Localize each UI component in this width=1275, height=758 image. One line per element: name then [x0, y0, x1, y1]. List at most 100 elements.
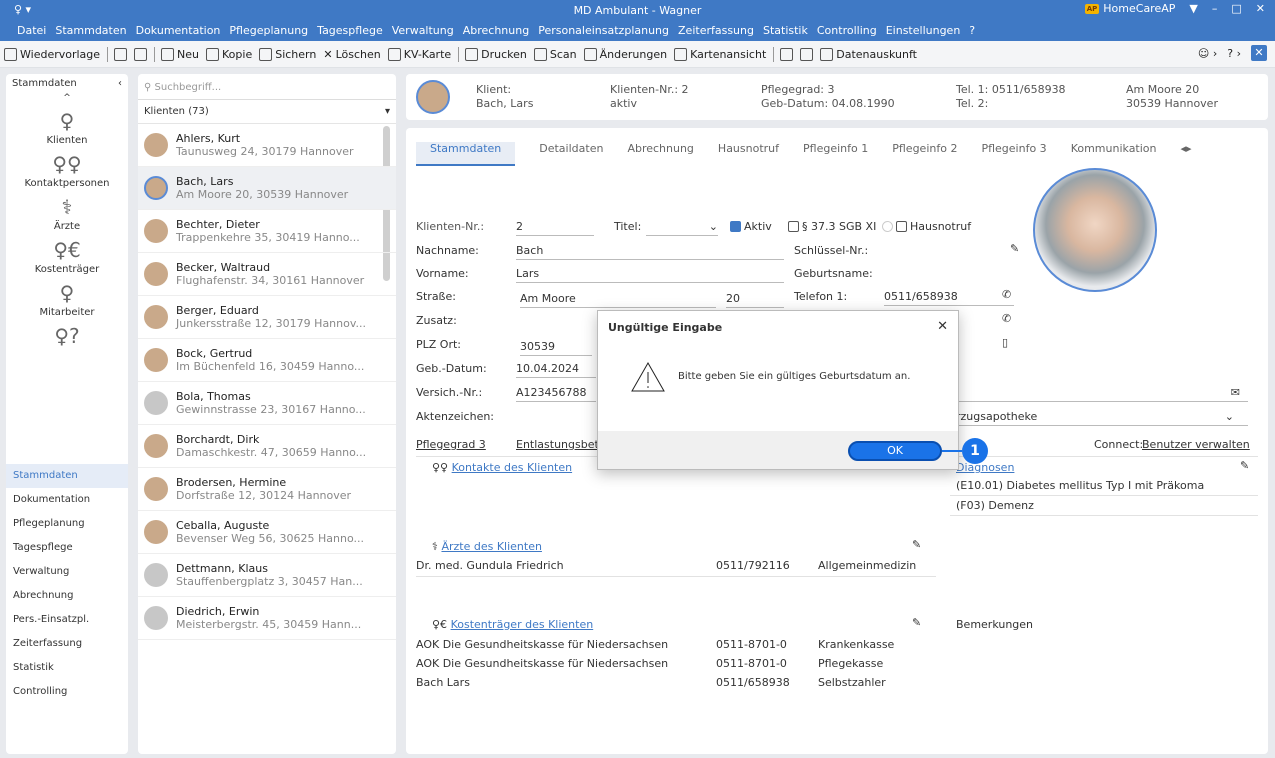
nav-tagespflege[interactable]: Tagespflege [6, 536, 128, 560]
tab-abrechnung[interactable]: Abrechnung [627, 142, 693, 168]
entlastung-link[interactable]: Entlastungsbet [516, 438, 599, 454]
tab-pflegeinfo-3[interactable]: Pflegeinfo 3 [981, 142, 1046, 168]
filter-icon[interactable]: ▼ [1189, 2, 1197, 15]
nav-pers-einsatzpl[interactable]: Pers.-Einsatzpl. [6, 608, 128, 632]
wiedervorlage-button[interactable]: Wiedervorlage [4, 47, 100, 61]
close-panel-icon[interactable]: ✕ [1251, 45, 1267, 61]
scroll-up-icon[interactable]: ^ [6, 93, 128, 103]
klnr-field[interactable]: 2 [516, 220, 594, 236]
phone-icon[interactable]: ✆ [1002, 288, 1011, 304]
menu-help[interactable]: ? [969, 24, 975, 37]
phone-icon[interactable]: ✆ [1002, 312, 1011, 328]
list-item[interactable]: Ceballa, Auguste Bevenser Weg 56, 30625 H… [138, 511, 396, 554]
list-item[interactable]: Bock, Gertrud Im Büchenfeld 16, 30459 Han… [138, 339, 396, 382]
tab-kommunikation[interactable]: Kommunikation [1071, 142, 1157, 168]
copy-button[interactable]: Kopie [206, 47, 252, 61]
list-item[interactable]: Ahlers, Kurt Taunusweg 24, 30179 Hannover [138, 124, 396, 167]
print-button[interactable]: Drucken [465, 47, 527, 61]
aktiv-checkbox[interactable]: Aktiv [730, 220, 772, 236]
menu-stammdaten[interactable]: Stammdaten [55, 24, 126, 37]
strasse-field[interactable]: Am Moore [520, 292, 716, 308]
list-item-selected[interactable]: Bach, Lars Am Moore 20, 30539 Hannover [138, 167, 396, 210]
new-button[interactable]: Neu [161, 47, 199, 61]
sgb-checkbox[interactable]: § 37.3 SGB XI [788, 220, 876, 236]
menu-tagespflege[interactable]: Tagespflege [317, 24, 383, 37]
data-info-button[interactable]: Datenauskunft [820, 47, 917, 61]
email-field[interactable]: ✉ [956, 386, 1248, 402]
menu-statistik[interactable]: Statistik [763, 24, 808, 37]
aerzte-header[interactable]: ⚕ Ärzte des Klienten [432, 540, 542, 556]
kv-karte-button[interactable]: KV-Karte [387, 47, 451, 61]
menu-einstellungen[interactable]: Einstellungen [886, 24, 961, 37]
pencil-icon[interactable]: ✎ [1240, 459, 1249, 475]
minimize-icon[interactable]: – [1212, 2, 1218, 15]
clipboard-button[interactable] [114, 47, 128, 61]
client-list-header[interactable]: Klienten (73) ▾ [138, 100, 396, 124]
dialog-close-button[interactable]: ✕ [937, 319, 948, 334]
list-item[interactable]: Bechter, Dieter Trappenkehre 35, 30419 Ha… [138, 210, 396, 253]
nav-pflegeplanung[interactable]: Pflegeplanung [6, 512, 128, 536]
nachname-field[interactable]: Bach [516, 244, 784, 260]
search-input[interactable]: ⚲ Suchbegriff... [138, 74, 396, 100]
nav-dokumentation[interactable]: Dokumentation [6, 488, 128, 512]
hausnotruf-checkbox[interactable]: Hausnotruf [882, 220, 971, 236]
tab-scroll-icon[interactable]: ◂▸ [1181, 142, 1192, 168]
nav-zeiterfassung[interactable]: Zeiterfassung [6, 632, 128, 656]
pencil-icon[interactable]: ✎ [912, 616, 921, 632]
pencil-icon[interactable]: ✎ [1010, 242, 1019, 258]
menu-zeiterfassung[interactable]: Zeiterfassung [678, 24, 754, 37]
tab-pflegeinfo-1[interactable]: Pflegeinfo 1 [803, 142, 868, 168]
save-button[interactable]: Sichern [259, 47, 316, 61]
telefon1-field[interactable]: 0511/658938 [884, 290, 1014, 306]
help-icon[interactable]: ? › [1227, 47, 1241, 60]
apotheke-select[interactable]: rzugsapotheke ⌄ [956, 410, 1248, 426]
tab-pflegeinfo-2[interactable]: Pflegeinfo 2 [892, 142, 957, 168]
list-item[interactable]: Borchardt, Dirk Damaschkestr. 47, 30659 H… [138, 425, 396, 468]
tab-hausnotruf[interactable]: Hausnotruf [718, 142, 779, 168]
smiley-icon[interactable]: ☺ › [1198, 47, 1217, 60]
menu-personaleinsatzplanung[interactable]: Personaleinsatzplanung [538, 24, 669, 37]
pflegegrad-link[interactable]: Pflegegrad 3 [416, 438, 486, 454]
maximize-icon[interactable]: □ [1231, 2, 1241, 15]
menu-verwaltung[interactable]: Verwaltung [392, 24, 454, 37]
scan-button[interactable]: Scan [533, 47, 577, 61]
ok-button[interactable]: OK [848, 441, 942, 461]
nav-more[interactable]: ♀? [6, 324, 128, 350]
list-item[interactable]: Berger, Eduard Junkersstraße 12, 30179 Ha… [138, 296, 396, 339]
nav-kostentraeger[interactable]: ♀€ Kostenträger [6, 238, 128, 275]
kontakte-header[interactable]: ♀♀ Kontakte des Klienten [432, 461, 572, 477]
plz-field[interactable]: 30539 [520, 340, 592, 356]
nav-controlling[interactable]: Controlling [6, 680, 128, 704]
list-item[interactable]: Diedrich, Erwin Meisterbergstr. 45, 30459… [138, 597, 396, 640]
menu-controlling[interactable]: Controlling [817, 24, 877, 37]
vorname-field[interactable]: Lars [516, 267, 784, 283]
nav-mitarbeiter[interactable]: ♀ Mitarbeiter [6, 281, 128, 318]
nav-kontaktpersonen[interactable]: ♀♀ Kontaktpersonen [6, 152, 128, 189]
nav-verwaltung[interactable]: Verwaltung [6, 560, 128, 584]
tab-stammdaten[interactable]: Stammdaten [416, 142, 516, 166]
mail-button[interactable] [134, 47, 148, 61]
list-item[interactable]: Becker, Waltraud Flughafenstr. 34, 30161 … [138, 253, 396, 296]
list-item[interactable]: Brodersen, Hermine Dorfstraße 12, 30124 H… [138, 468, 396, 511]
gebdatum-field[interactable]: 10.04.2024 [516, 362, 596, 378]
nav-stammdaten[interactable]: Stammdaten [6, 464, 128, 488]
kosten-header[interactable]: ♀€ Kostenträger des Klienten [432, 618, 593, 634]
menu-abrechnung[interactable]: Abrechnung [463, 24, 529, 37]
export-button[interactable] [780, 47, 794, 61]
hausnr-field[interactable]: 20 [726, 292, 784, 308]
menu-pflegeplanung[interactable]: Pflegeplanung [229, 24, 308, 37]
menu-dokumentation[interactable]: Dokumentation [136, 24, 221, 37]
nav-klienten[interactable]: ♀ Klienten [6, 109, 128, 146]
map-view-button[interactable]: Kartenansicht [674, 47, 766, 61]
list-item[interactable]: Bola, Thomas Gewinnstrasse 23, 30167 Hann… [138, 382, 396, 425]
import-button[interactable] [800, 47, 814, 61]
mobile-icon[interactable]: ▯ [1002, 336, 1008, 352]
list-item[interactable]: Dettmann, Klaus Stauffenbergplatz 3, 3045… [138, 554, 396, 597]
pencil-icon[interactable]: ✎ [912, 538, 921, 554]
benutzer-verwalten-link[interactable]: Benutzer verwalten [1142, 438, 1250, 454]
changes-button[interactable]: Änderungen [583, 47, 667, 61]
close-icon[interactable]: ✕ [1256, 2, 1265, 15]
versich-field[interactable]: A123456788 [516, 386, 596, 402]
delete-button[interactable]: ✕ Löschen [323, 48, 380, 61]
diagnosen-header[interactable]: Diagnosen [956, 461, 1014, 477]
